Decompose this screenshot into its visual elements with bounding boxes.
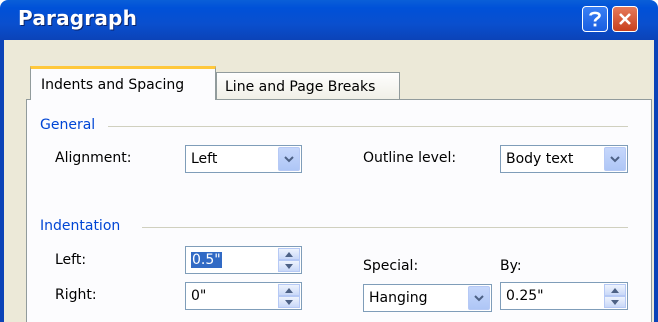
arrow-up-icon	[611, 287, 619, 293]
title-bar[interactable]: Paragraph	[0, 0, 658, 40]
left-indent-down-button[interactable]	[278, 260, 300, 272]
help-button[interactable]	[582, 6, 608, 32]
special-label: Special:	[363, 258, 419, 274]
arrow-down-icon	[611, 299, 619, 305]
general-separator	[108, 126, 628, 127]
right-indent-up-button[interactable]	[278, 284, 300, 296]
left-indent-spinner[interactable]: 0.5"	[185, 246, 302, 274]
paragraph-dialog: Paragraph Indents and Spacing Line and P…	[0, 0, 658, 322]
arrow-up-icon	[285, 287, 293, 293]
chevron-down-icon	[610, 155, 620, 162]
dialog-title: Paragraph	[18, 6, 138, 30]
close-icon	[619, 13, 631, 25]
alignment-dropdown-button[interactable]	[278, 147, 300, 171]
tab-indents-and-spacing[interactable]: Indents and Spacing	[30, 66, 216, 100]
close-button[interactable]	[612, 6, 638, 32]
chevron-down-icon	[474, 294, 484, 301]
left-indent-up-button[interactable]	[278, 248, 300, 260]
general-heading: General	[40, 117, 96, 133]
special-dropdown-button[interactable]	[468, 286, 490, 310]
by-spinner[interactable]: 0.25"	[500, 282, 628, 310]
arrow-up-icon	[285, 251, 293, 257]
special-value: Hanging	[369, 290, 428, 306]
right-indent-down-button[interactable]	[278, 296, 300, 308]
left-indent-value[interactable]: 0.5"	[191, 252, 222, 268]
tab-label: Line and Page Breaks	[225, 78, 376, 95]
by-value[interactable]: 0.25"	[506, 288, 544, 304]
chevron-down-icon	[284, 155, 294, 162]
alignment-dropdown[interactable]: Left	[185, 145, 302, 173]
indentation-separator	[142, 227, 628, 228]
tab-label: Indents and Spacing	[41, 76, 185, 93]
outline-level-dropdown[interactable]: Body text	[500, 145, 628, 173]
alignment-label: Alignment:	[55, 150, 132, 166]
outline-level-dropdown-button[interactable]	[604, 147, 626, 171]
by-up-button[interactable]	[604, 284, 626, 296]
right-indent-value[interactable]: 0"	[191, 288, 206, 304]
outline-level-label: Outline level:	[363, 150, 457, 166]
help-icon	[589, 11, 601, 27]
arrow-down-icon	[285, 299, 293, 305]
by-label: By:	[500, 258, 522, 274]
right-indent-spinner[interactable]: 0"	[185, 282, 302, 310]
alignment-value: Left	[191, 151, 218, 167]
tab-line-and-page-breaks[interactable]: Line and Page Breaks	[216, 72, 400, 100]
special-dropdown[interactable]: Hanging	[363, 284, 492, 312]
left-indent-label: Left:	[55, 252, 87, 268]
arrow-down-icon	[285, 263, 293, 269]
outline-level-value: Body text	[506, 151, 574, 167]
indentation-heading: Indentation	[40, 218, 121, 234]
by-down-button[interactable]	[604, 296, 626, 308]
right-indent-label: Right:	[55, 287, 97, 303]
